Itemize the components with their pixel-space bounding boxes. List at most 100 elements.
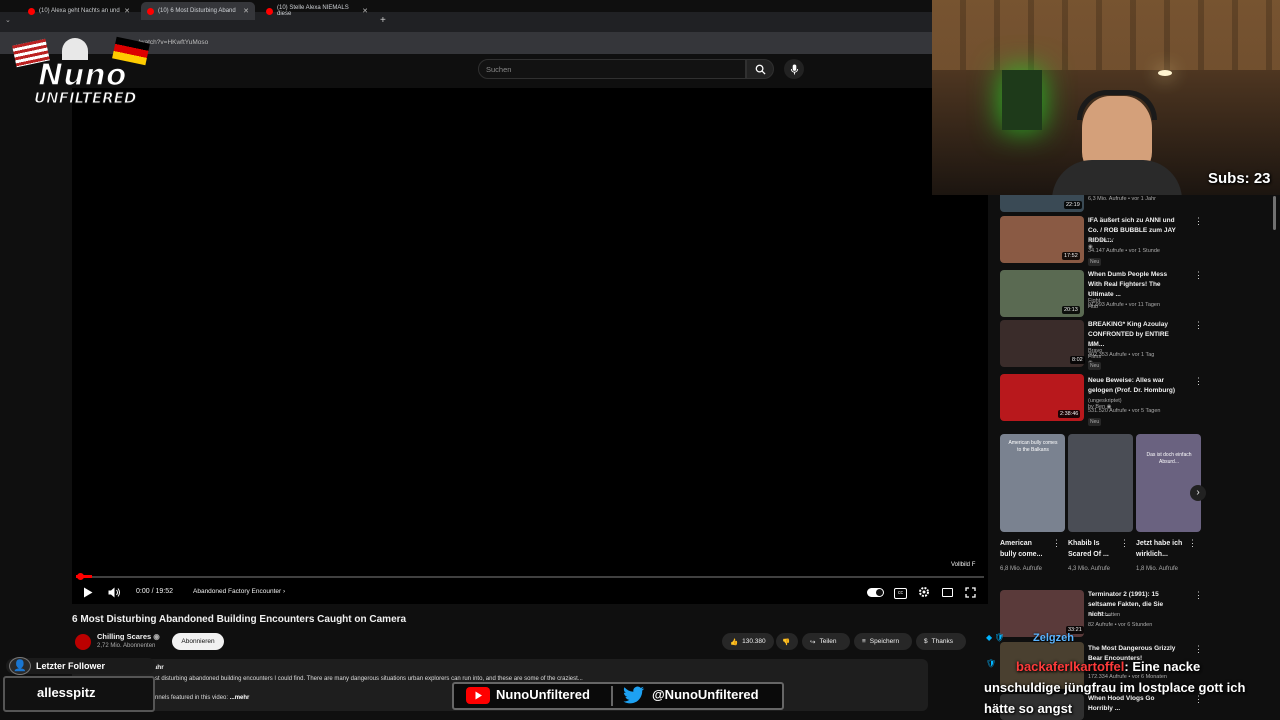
settings-gear-icon[interactable] (918, 586, 930, 598)
theater-mode-icon[interactable] (942, 588, 953, 597)
channel-name[interactable]: FilmSchatten (1088, 612, 1120, 618)
video-meta: 91.993 Aufrufe • vor 11 Tagen (1088, 302, 1161, 308)
logo-subtext: UNFILTERED (33, 89, 137, 108)
recommendation-item[interactable]: 2:38:46 Neue Beweise: Alles war gelogen … (1000, 374, 1203, 426)
autoplay-toggle[interactable] (867, 588, 884, 597)
more-options-icon[interactable]: ⋮ (1194, 270, 1203, 281)
close-tab-icon[interactable]: ✕ (362, 7, 368, 15)
more-options-icon[interactable]: ⋮ (1194, 644, 1203, 655)
subtitles-icon[interactable]: cc (894, 588, 907, 599)
follower-avatar-icon: 👤 (9, 657, 31, 675)
channel-avatar[interactable] (75, 634, 91, 650)
subscribe-button[interactable]: Abonnieren (172, 633, 224, 650)
tab-label: (10) Stelle Alexa NIEMALS diese (277, 5, 349, 17)
progress-bar[interactable] (76, 576, 984, 578)
close-tab-icon[interactable]: ✕ (243, 7, 249, 15)
logo-text: Nuno (37, 57, 127, 94)
recommendation-item[interactable]: 8:02 BREAKING* King Azoulay CONFRONTED b… (1000, 320, 1203, 370)
dislike-button[interactable]: 👎 (776, 633, 798, 650)
voice-search-button[interactable] (784, 59, 804, 79)
video-player[interactable] (72, 88, 988, 604)
youtube-handle: NunoUnfiltered (496, 687, 590, 702)
recommendation-item[interactable]: 20:13 When Dumb People Mess With Real Fi… (1000, 270, 1203, 317)
video-meta: 6,3 Mio. Aufrufe • vor 1 Jahr (1088, 196, 1156, 202)
more-options-icon[interactable]: ⋮ (1120, 538, 1129, 549)
last-follower-name: allesspitz (37, 685, 96, 700)
fullscreen-tooltip: Vollbild F (948, 561, 979, 569)
new-badge: Neu (1088, 258, 1102, 266)
short-views: 6,8 Mio. Aufrufe (1000, 566, 1043, 572)
scrubber-handle[interactable] (77, 573, 84, 580)
search-input[interactable] (478, 59, 746, 79)
youtube-favicon-icon (28, 7, 35, 15)
short-item[interactable]: Khabib Is Scared Of ... 4,3 Mio. Aufrufe… (1068, 434, 1133, 572)
search-button[interactable] (746, 59, 774, 79)
short-overlay-text: American bully comes to the Balkans (1008, 440, 1058, 453)
browser-tab[interactable]: (10) Stelle Alexa NIEMALS diese ✕ (260, 2, 374, 20)
video-title[interactable]: Neue Beweise: Alles war gelogen (Prof. D… (1088, 376, 1180, 396)
browser-tab-active[interactable]: (10) 6 Most Disturbing Aband ✕ (141, 2, 255, 20)
thumbs-up-icon: 👍 (730, 638, 739, 646)
sidebar-scrollbar[interactable] (1273, 196, 1276, 230)
more-options-icon[interactable]: ⋮ (1052, 538, 1061, 549)
search-placeholder: Suchen (486, 65, 512, 74)
new-badge: Neu (1088, 362, 1102, 370)
short-item[interactable]: Das ist doch einfach Absurd... Jetzt hab… (1136, 434, 1201, 572)
recommendation-item[interactable]: 17:52 IFA äußert sich zu ANNI und Co. / … (1000, 216, 1203, 266)
browser-tab[interactable]: (10) Alexa geht Nachts an und ✕ (22, 2, 136, 20)
youtube-logo-icon (466, 687, 490, 704)
save-button[interactable]: ≡ Speichern (854, 633, 912, 650)
chapter-label: Abandoned Factory Encounter (193, 588, 282, 595)
share-icon: ↪ (810, 638, 816, 646)
shelf-next-chevron-icon[interactable]: › (1190, 485, 1206, 501)
more-options-icon[interactable]: ⋮ (1188, 538, 1197, 549)
thanks-icon: $ (924, 638, 928, 645)
chat-message: backaferlkartoffel: Eine nacke unschuldi… (984, 656, 1274, 719)
volume-icon[interactable] (108, 587, 121, 598)
duration-badge: 2:38:46 (1058, 410, 1081, 418)
video-meta: 302.353 Aufrufe • vor 1 Tag (1088, 352, 1155, 358)
duration-badge: 22:19 (1064, 201, 1082, 209)
verified-icon: ◉ (153, 632, 160, 641)
duration-badge: 17:52 (1062, 252, 1080, 260)
chat-username: Zelgzeh (1033, 632, 1074, 644)
more-options-icon[interactable]: ⋮ (1194, 216, 1203, 227)
more-options-icon[interactable]: ⋮ (1194, 320, 1203, 331)
more-link[interactable]: ...mehr (230, 695, 250, 701)
new-tab-plus-icon[interactable]: + (380, 15, 386, 26)
short-title[interactable]: American bully come... (1000, 538, 1050, 560)
youtube-favicon-icon (147, 7, 154, 15)
duration-badge: 8:02 (1070, 356, 1085, 364)
like-count: 130.380 (742, 638, 766, 645)
thanks-button[interactable]: $ Thanks (916, 633, 966, 650)
more-options-icon[interactable]: ⋮ (1194, 376, 1203, 387)
thumbs-down-icon: 👎 (782, 638, 791, 646)
capitol-icon (62, 38, 88, 60)
close-tab-icon[interactable]: ✕ (124, 7, 130, 15)
video-meta: 34.147 Aufrufe • vor 1 Stunde (1088, 248, 1160, 254)
short-thumbnail[interactable] (1136, 434, 1201, 532)
short-title[interactable]: Jetzt habe ich wirklich... (1136, 538, 1186, 560)
chat-badge-icon: ◆ 🛡 (986, 633, 1005, 642)
short-item[interactable]: American bully comes to the Balkans Amer… (1000, 434, 1065, 572)
video-title[interactable]: When Dumb People Mess With Real Fighters… (1088, 270, 1180, 300)
play-icon[interactable] (83, 587, 93, 598)
chapter-button[interactable]: Abandoned Factory Encounter › (193, 588, 285, 595)
chevron-right-icon: › (282, 588, 286, 595)
like-button[interactable]: 👍 130.380 (722, 633, 774, 650)
fullscreen-icon[interactable] (965, 587, 976, 598)
short-title[interactable]: Khabib Is Scared Of ... (1068, 538, 1118, 560)
banner-divider (611, 686, 613, 706)
microphone-icon (790, 64, 798, 74)
short-thumbnail[interactable] (1068, 434, 1133, 532)
share-button[interactable]: ↪ Teilen (802, 633, 850, 650)
more-options-icon[interactable]: ⋮ (1194, 590, 1203, 601)
twitter-bird-icon (623, 686, 645, 704)
channel-name[interactable]: Chilling Scares ◉ (97, 632, 160, 641)
tab-label: (10) Alexa geht Nachts an und (39, 8, 120, 14)
short-overlay-text: Das ist doch einfach Absurd... (1146, 452, 1192, 465)
recommendation-item[interactable]: 33:21 Terminator 2 (1991): 15 seltsame F… (1000, 590, 1203, 637)
tab-search-chevron-icon[interactable]: ⌄ (5, 16, 11, 24)
browser-tab-bar (0, 12, 932, 32)
duration-badge: 20:13 (1062, 306, 1080, 314)
